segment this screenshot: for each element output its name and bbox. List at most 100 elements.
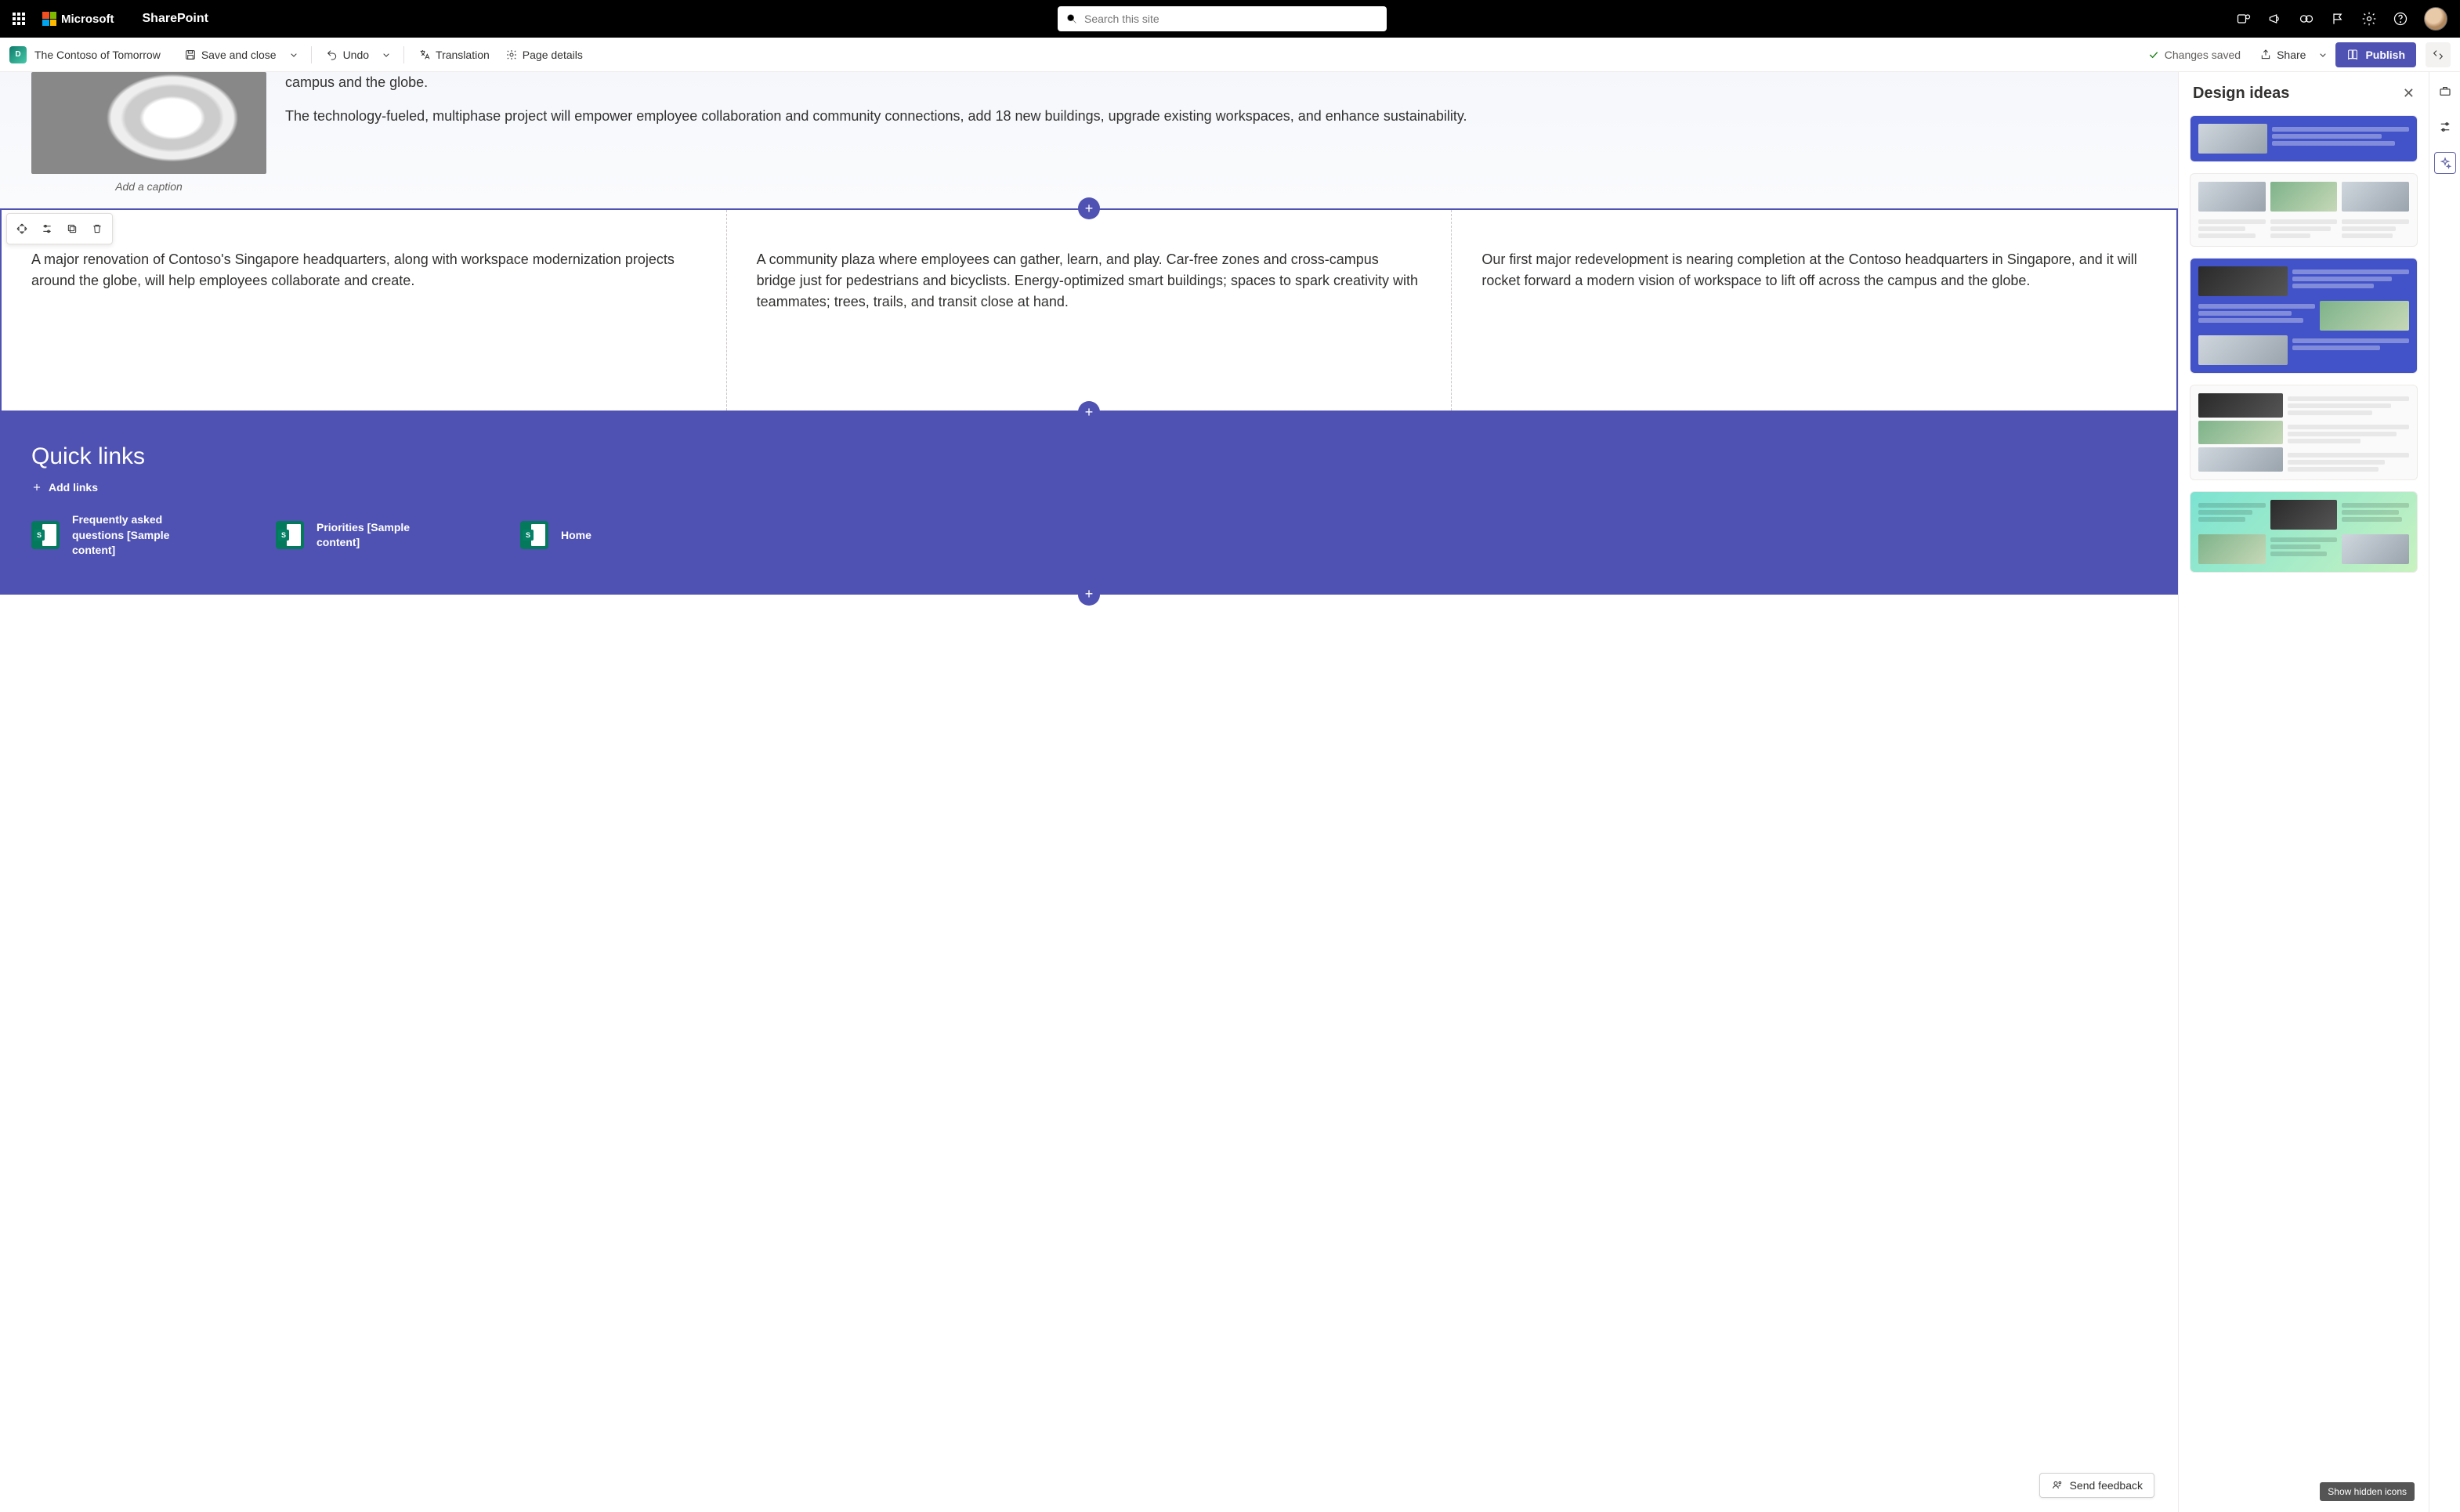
collapse-panel-button[interactable] [2426,42,2451,67]
design-ideas-list[interactable] [2179,109,2429,1512]
right-rail [2429,72,2460,1512]
page-details-button[interactable]: Page details [499,44,589,66]
chevron-down-icon [380,49,393,61]
undo-dropdown[interactable] [377,45,396,64]
sharepoint-page-icon: S [31,521,60,549]
section-toolbar [6,213,113,244]
add-links-button[interactable]: Add links [31,481,2147,494]
sharepoint-page-icon: S [276,521,304,549]
status-text: Changes saved [2165,49,2241,61]
teams-icon[interactable] [2236,11,2252,27]
publish-button[interactable]: Publish [2335,42,2416,67]
send-feedback-button[interactable]: Send feedback [2039,1473,2154,1498]
search-box[interactable] [1058,6,1387,31]
undo-button[interactable]: Undo [320,44,375,66]
site-logo-icon[interactable]: D [9,46,27,63]
edit-section-button[interactable] [35,217,59,241]
translate-icon [418,49,431,61]
sharepoint-page-icon: S [520,521,548,549]
properties-button[interactable] [2434,116,2456,138]
user-avatar[interactable] [2424,7,2447,31]
toolbox-icon [2438,84,2452,98]
add-section-below-button[interactable]: + [1078,401,1100,423]
quicklinks-section-wrap: Quick links Add links S Frequently asked… [0,412,2178,595]
design-idea-card[interactable] [2190,385,2418,480]
column-3-text[interactable]: Our first major redevelopment is nearing… [1452,210,2176,411]
delete-section-button[interactable] [85,217,109,241]
microsoft-logo-icon [42,12,56,26]
site-name[interactable]: The Contoso of Tomorrow [34,49,161,61]
save-and-close-button[interactable]: Save and close [178,44,283,66]
save-label: Save and close [201,49,277,61]
sparkle-icon [2438,156,2452,170]
page-canvas[interactable]: Add a caption campus and the globe. The … [0,72,2178,1512]
undo-icon [326,49,338,61]
chevron-down-icon [2317,49,2329,61]
settings-icon[interactable] [2361,11,2377,27]
design-idea-card[interactable] [2190,258,2418,374]
checkmark-icon [2147,49,2160,61]
copy-icon [66,222,78,235]
help-icon[interactable] [2393,11,2408,27]
design-idea-card[interactable] [2190,173,2418,247]
separator [311,46,312,63]
search-input[interactable] [1084,13,1379,25]
suite-actions [2236,7,2454,31]
add-section-after-quicklinks-button[interactable]: + [1078,584,1100,606]
page-details-label: Page details [523,49,583,61]
plus-icon [31,482,42,493]
column-2-text[interactable]: A community plaza where employees can ga… [727,210,1452,411]
design-ideas-button[interactable] [2434,152,2456,174]
duplicate-section-button[interactable] [60,217,84,241]
flag-icon[interactable] [2330,11,2346,27]
collapse-icon [2432,49,2444,61]
hero-image-block[interactable]: Add a caption [31,72,266,193]
suite-header: Microsoft SharePoint [0,0,2460,38]
quicklink-label: Priorities [Sample content] [317,520,450,551]
save-icon [184,49,197,61]
tooltip-show-hidden-icons: Show hidden icons [2320,1482,2415,1501]
share-dropdown[interactable] [2313,45,2332,64]
save-dropdown[interactable] [284,45,303,64]
app-launcher-icon[interactable] [6,6,31,31]
move-section-button[interactable] [10,217,34,241]
app-name[interactable]: SharePoint [143,12,208,26]
search-icon [1065,13,1078,25]
undo-label: Undo [343,49,369,61]
add-section-above-button[interactable]: + [1078,197,1100,219]
share-icon [2259,49,2272,61]
command-bar: D The Contoso of Tomorrow Save and close… [0,38,2460,72]
quicklinks-row: S Frequently asked questions [Sample con… [31,512,2147,559]
quicklink-item[interactable]: S Home [520,512,591,559]
three-column-section[interactable]: + A major renovation of Contoso's Singap… [0,208,2178,412]
chevron-down-icon [288,49,300,61]
quicklink-item[interactable]: S Priorities [Sample content] [276,512,450,559]
quicklinks-title: Quick links [31,443,2147,470]
design-ideas-panel: Design ideas ✕ [2178,72,2429,1512]
quicklink-label: Frequently asked questions [Sample conte… [72,512,205,559]
sliders-icon [2438,120,2452,134]
feedback-icon [2051,1479,2064,1492]
design-idea-card[interactable] [2190,491,2418,573]
hero-text[interactable]: campus and the globe. The technology-fue… [285,72,2147,139]
publish-label: Publish [2365,49,2405,61]
image-caption-input[interactable]: Add a caption [31,180,266,193]
hero-partial-line: campus and the globe. [285,72,2147,93]
copilot-icon[interactable] [2299,11,2314,27]
translation-button[interactable]: Translation [412,44,496,66]
share-button[interactable]: Share [2253,44,2312,66]
design-idea-card[interactable] [2190,115,2418,162]
hero-section: Add a caption campus and the globe. The … [0,72,2178,208]
megaphone-icon[interactable] [2267,11,2283,27]
close-panel-button[interactable]: ✕ [2403,85,2415,102]
toolbox-button[interactable] [2434,80,2456,102]
quicklinks-section[interactable]: Quick links Add links S Frequently asked… [0,412,2178,595]
translation-label: Translation [436,49,490,61]
sliders-icon [41,222,53,235]
quicklink-label: Home [561,528,591,544]
feedback-label: Send feedback [2070,1479,2143,1492]
hero-image [31,72,266,174]
quicklink-item[interactable]: S Frequently asked questions [Sample con… [31,512,205,559]
book-icon [2346,49,2359,61]
separator [403,46,404,63]
